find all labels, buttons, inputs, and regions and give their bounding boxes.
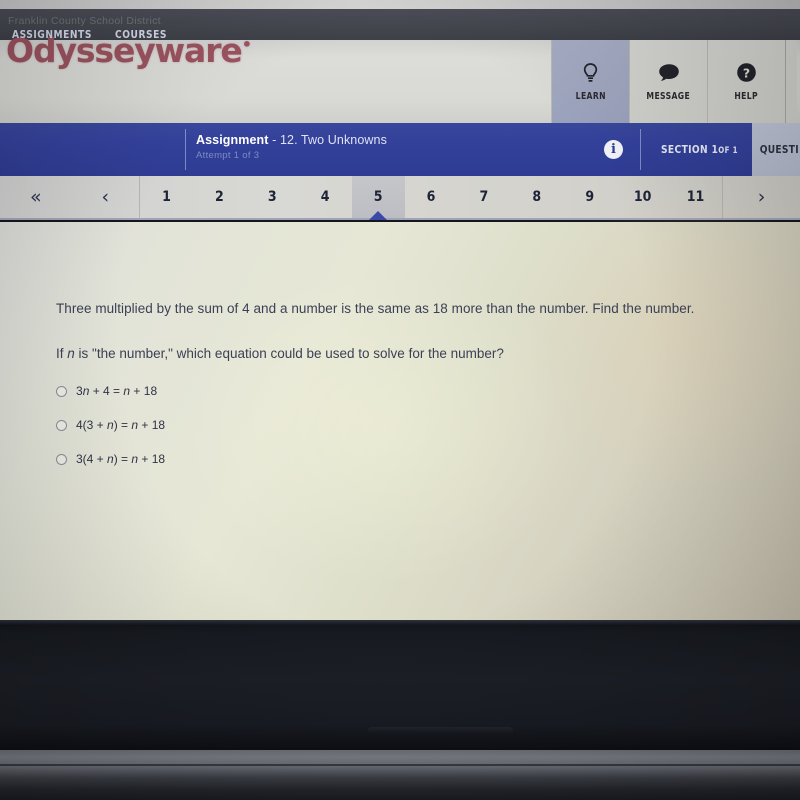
pager-page-1[interactable]: 1 — [140, 176, 193, 218]
screen-glare-right — [520, 192, 800, 492]
brand-mark: • — [241, 35, 252, 54]
option-text: 3 — [76, 384, 83, 398]
section-suffix: OF 1 — [718, 146, 738, 156]
section-prefix: SECTION 1 — [661, 143, 719, 156]
pager-page-2[interactable]: 2 — [193, 176, 246, 218]
pager-page-6[interactable]: 6 — [405, 176, 458, 218]
answer-option-label: 4(3 + n) = n + 18 — [76, 418, 165, 432]
browser-screen: Franklin County School District Odysseyw… — [0, 9, 800, 620]
subprompt-variable: n — [67, 346, 75, 361]
learn-label: LEARN — [575, 90, 606, 102]
answer-option-3[interactable]: 3(4 + n) = n + 18 — [56, 442, 165, 476]
option-text: + 18 — [138, 418, 166, 432]
svg-text:?: ? — [743, 65, 750, 80]
assignment-heading: Assignment — [196, 133, 269, 147]
utility-bar-tail — [785, 40, 797, 123]
option-text: ) = — [113, 452, 132, 466]
assignment-title: Assignment - 12. Two Unknowns — [196, 133, 387, 147]
pager-page-5[interactable]: 5 — [351, 176, 405, 218]
option-text: 4(3 + — [76, 418, 108, 432]
option-text: + 18 — [130, 384, 158, 398]
learn-button[interactable]: LEARN — [551, 40, 629, 123]
pager-arrows: « ‹ — [0, 176, 140, 218]
tab-questions[interactable]: QUESTI — [752, 123, 800, 176]
option-text: ) = — [113, 418, 132, 432]
laptop-hinge — [0, 750, 800, 800]
section-indicator: SECTION 1OF 1 — [661, 143, 738, 156]
question-prompt: Three multiplied by the sum of 4 and a n… — [56, 301, 695, 316]
radio-button-icon[interactable] — [56, 453, 67, 465]
message-label: MESSAGE — [646, 90, 691, 102]
pager-page-11[interactable]: 11 — [669, 176, 722, 218]
option-text: + 4 = — [89, 384, 124, 398]
message-button[interactable]: MESSAGE — [629, 40, 707, 123]
question-subprompt: If n is "the number," which equation cou… — [56, 346, 504, 361]
pager-next-icon[interactable]: › — [722, 176, 800, 218]
nav-divider-left — [185, 129, 186, 170]
nav-assignments[interactable]: ASSIGNMENTS — [12, 28, 92, 41]
bezel-notch — [368, 727, 513, 734]
screen-top-edge — [0, 0, 800, 9]
laptop-screen-photo: Franklin County School District Odysseyw… — [0, 0, 800, 800]
question-tab-label: QUESTI — [759, 143, 799, 156]
district-name: Franklin County School District — [8, 15, 161, 27]
pager-prev-icon[interactable]: ‹ — [101, 187, 109, 207]
laptop-bezel — [0, 620, 800, 750]
pager-page-4[interactable]: 4 — [299, 176, 352, 218]
hinge-seam — [0, 764, 800, 766]
option-variable: n — [107, 418, 114, 432]
help-button[interactable]: ? HELP — [707, 40, 785, 123]
option-text: 3(4 + — [76, 452, 108, 466]
pager-page-3[interactable]: 3 — [246, 176, 299, 218]
subprompt-suffix: is "the number," which equation could be… — [74, 346, 504, 361]
nav-divider-right — [640, 129, 641, 170]
answer-option-2[interactable]: 4(3 + n) = n + 18 — [56, 408, 165, 442]
radio-button-icon[interactable] — [56, 419, 67, 431]
assignment-name: - 12. Two Unknowns — [272, 133, 387, 147]
option-variable: n — [107, 452, 114, 466]
help-label: HELP — [734, 90, 759, 102]
question-body: Three multiplied by the sum of 4 and a n… — [0, 192, 800, 620]
speech-bubble-icon — [658, 62, 680, 84]
assignment-block: Assignment - 12. Two Unknowns Attempt 1 … — [196, 133, 387, 161]
pager-first-icon[interactable]: « — [30, 187, 42, 207]
question-circle-icon: ? — [736, 62, 758, 84]
radio-button-icon[interactable] — [56, 385, 67, 397]
pager-page-7[interactable]: 7 — [457, 176, 510, 218]
pager-number-list: 1 2 3 4 5 6 7 8 9 10 11 — [140, 176, 722, 218]
answer-option-label: 3(4 + n) = n + 18 — [76, 452, 165, 466]
answer-options: 3n + 4 = n + 18 4(3 + n) = n + 18 3(4 + n)… — [56, 374, 165, 476]
answer-option-1[interactable]: 3n + 4 = n + 18 — [56, 374, 165, 408]
pager-page-8[interactable]: 8 — [510, 176, 563, 218]
lightbulb-icon — [580, 62, 602, 84]
info-icon[interactable]: i — [604, 140, 623, 159]
utility-buttons: LEARN MESSAGE ? HELP — [551, 40, 797, 123]
nav-courses[interactable]: COURSES — [115, 28, 167, 41]
question-pager: « ‹ 1 2 3 4 5 6 7 8 9 10 11 › — [0, 176, 800, 220]
option-text: + 18 — [138, 452, 166, 466]
answer-option-label: 3n + 4 = n + 18 — [76, 384, 157, 398]
subprompt-prefix: If — [56, 346, 68, 361]
pager-page-9[interactable]: 9 — [563, 176, 616, 218]
attempt-text: Attempt 1 of 3 — [196, 150, 260, 161]
pager-page-10[interactable]: 10 — [616, 176, 669, 218]
